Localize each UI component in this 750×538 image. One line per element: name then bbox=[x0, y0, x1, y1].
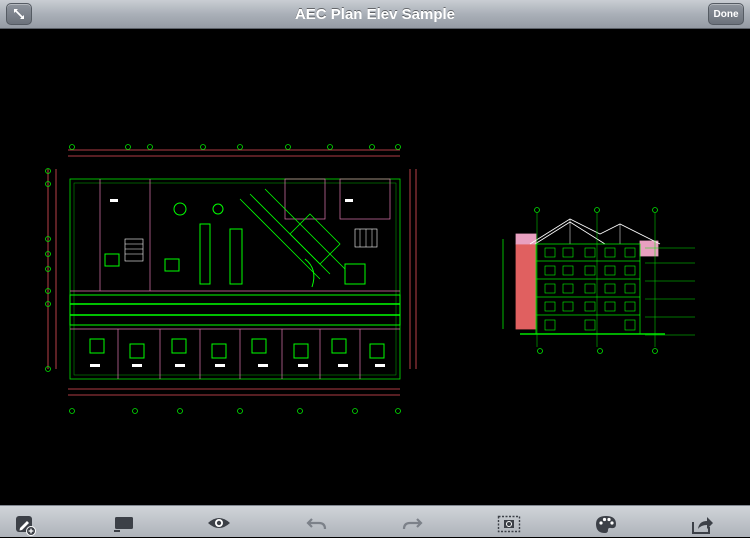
floor-plan bbox=[45, 144, 417, 414]
eye-icon bbox=[208, 518, 230, 528]
done-button[interactable]: Done bbox=[708, 3, 744, 25]
monitor-icon bbox=[114, 517, 133, 532]
undo-tool[interactable] bbox=[305, 514, 329, 538]
grid-bubbles-top bbox=[45, 144, 401, 414]
layout-tool[interactable] bbox=[112, 514, 136, 538]
cad-drawing bbox=[45, 144, 695, 414]
share-tool[interactable] bbox=[690, 514, 714, 538]
view-tool[interactable] bbox=[207, 514, 231, 538]
bottom-toolbar bbox=[0, 505, 750, 537]
share-icon bbox=[692, 517, 713, 534]
navigation-bar: AEC Plan Elev Sample Done bbox=[0, 0, 750, 29]
pencil-plus-icon bbox=[16, 516, 36, 536]
redo-icon bbox=[402, 518, 423, 530]
drawing-canvas[interactable] bbox=[0, 29, 750, 505]
zoom-window-icon bbox=[497, 515, 521, 533]
palette-icon bbox=[596, 516, 616, 533]
color-tool[interactable] bbox=[594, 514, 618, 538]
markup-add-tool[interactable] bbox=[13, 514, 37, 538]
page-title: AEC Plan Elev Sample bbox=[294, 6, 456, 23]
undo-icon bbox=[306, 518, 327, 530]
zoom-window-tool[interactable] bbox=[497, 514, 521, 538]
redo-tool[interactable] bbox=[400, 514, 424, 538]
building-elevation bbox=[502, 207, 695, 354]
